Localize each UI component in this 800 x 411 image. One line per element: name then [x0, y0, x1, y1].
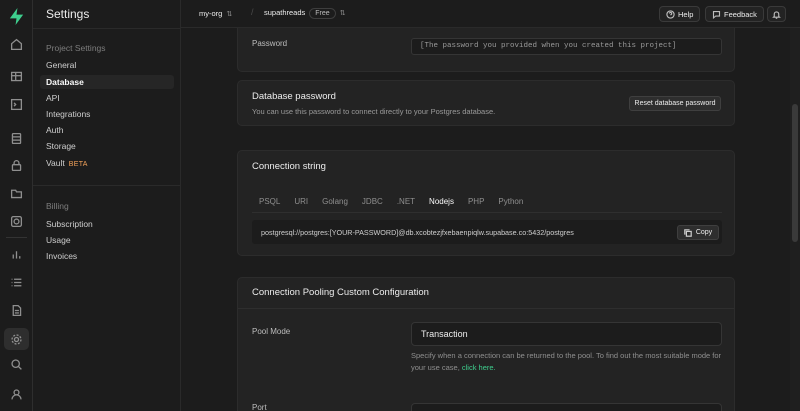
tab-nodejs[interactable]: Nodejs — [422, 193, 461, 213]
sidebar-item-label: Vault — [46, 158, 65, 168]
click-here-link[interactable]: click here. — [462, 363, 496, 372]
sidebar-group-label: Project Settings — [46, 43, 106, 53]
database-password-title: Database password — [252, 91, 336, 102]
sidebar-item-general[interactable]: General — [46, 58, 76, 72]
app-root: Settings Project Settings General Databa… — [0, 0, 800, 411]
sql-editor-icon[interactable] — [8, 96, 25, 113]
connection-pooling-title: Connection Pooling Custom Configuration — [252, 287, 429, 298]
sidebar-group-label: Billing — [46, 201, 69, 211]
chevron-updown-icon: ⇅ — [226, 11, 233, 18]
search-icon[interactable] — [8, 356, 25, 373]
top-bar: my-org ⇅ / supathreads Free ⇅ Help Feedback — [181, 0, 800, 28]
pool-mode-help-text: Specify when a connection can be returne… — [411, 351, 722, 372]
connection-string-value[interactable]: postgresql://postgres:[YOUR-PASSWORD]@db… — [261, 228, 574, 237]
sidebar-item-subscription[interactable]: Subscription — [46, 217, 93, 231]
sidebar-item-usage[interactable]: Usage — [46, 233, 71, 247]
breadcrumb-separator: / — [251, 7, 254, 17]
scrollbar-thumb[interactable] — [792, 104, 798, 242]
help-icon — [666, 9, 675, 19]
help-label: Help — [678, 9, 694, 19]
sidebar-item-api[interactable]: API — [46, 91, 60, 105]
help-button[interactable]: Help — [659, 6, 701, 22]
feedback-icon — [712, 10, 721, 19]
port-label: Port — [252, 403, 267, 411]
tab-php[interactable]: PHP — [461, 193, 491, 213]
sidebar-item-integrations[interactable]: Integrations — [46, 107, 90, 121]
sidebar-item-auth[interactable]: Auth — [46, 123, 64, 137]
port-input[interactable] — [411, 403, 722, 411]
password-card: Password [The password you provided when… — [237, 28, 735, 72]
org-name: my-org — [199, 9, 223, 18]
sidebar-item-vault[interactable]: Vault BETA — [46, 156, 88, 170]
card-divider — [238, 308, 734, 309]
password-input[interactable]: [The password you provided when you crea… — [411, 38, 722, 55]
storage-icon[interactable] — [8, 185, 25, 202]
api-docs-icon[interactable] — [8, 302, 25, 319]
beta-badge: BETA — [68, 161, 88, 168]
copy-label: Copy — [695, 229, 713, 236]
notifications-button[interactable] — [767, 6, 786, 22]
sidebar-item-storage[interactable]: Storage — [46, 139, 76, 153]
supabase-logo-icon[interactable] — [7, 7, 26, 26]
tabs-underline — [252, 212, 722, 213]
connection-string-row: postgresql://postgres:[YOUR-PASSWORD]@db… — [252, 220, 722, 244]
connection-string-card: Connection string PSQL URI Golang JDBC .… — [237, 150, 735, 256]
settings-sidebar: Settings Project Settings General Databa… — [33, 0, 181, 411]
sidebar-item-database[interactable]: Database — [40, 75, 174, 89]
table-editor-icon[interactable] — [8, 68, 25, 85]
pool-mode-label: Pool Mode — [252, 327, 291, 336]
scrollbar[interactable] — [790, 28, 800, 411]
plan-badge: Free — [309, 8, 336, 19]
project-switcher[interactable]: supathreads Free ⇅ — [264, 8, 346, 19]
sidebar-item-invoices[interactable]: Invoices — [46, 249, 77, 263]
bell-icon — [772, 10, 781, 19]
connection-tabs: PSQL URI Golang JDBC .NET Nodejs PHP Pyt… — [252, 193, 530, 213]
pool-mode-help: Specify when a connection can be returne… — [411, 350, 731, 374]
reports-icon[interactable] — [8, 246, 25, 263]
tab-golang[interactable]: Golang — [315, 193, 355, 213]
tab-dotnet[interactable]: .NET — [390, 193, 422, 213]
icon-rail — [0, 0, 33, 411]
logs-icon[interactable] — [8, 274, 25, 291]
org-switcher[interactable]: my-org ⇅ — [199, 9, 232, 18]
project-name: supathreads — [264, 8, 306, 17]
password-label: Password — [252, 39, 288, 48]
copy-button[interactable]: Copy — [677, 225, 719, 240]
sidebar-title: Settings — [46, 7, 90, 21]
tab-python[interactable]: Python — [491, 193, 530, 213]
tab-uri[interactable]: URI — [287, 193, 315, 213]
rail-divider — [6, 237, 27, 238]
database-password-card: Database password You can use this passw… — [237, 80, 735, 126]
feedback-label: Feedback — [724, 9, 757, 19]
connection-pooling-card: Connection Pooling Custom Configuration … — [237, 277, 735, 411]
sidebar-header-divider — [33, 28, 181, 29]
chevron-updown-icon: ⇅ — [339, 10, 346, 17]
connection-string-title: Connection string — [252, 161, 326, 172]
tab-jdbc[interactable]: JDBC — [355, 193, 390, 213]
database-password-description: You can use this password to connect dir… — [252, 107, 496, 116]
sidebar-divider — [33, 185, 181, 186]
feedback-button[interactable]: Feedback — [705, 6, 764, 22]
edge-functions-icon[interactable] — [8, 213, 25, 230]
main-content: Password [The password you provided when… — [181, 28, 790, 411]
reset-password-button[interactable]: Reset database password — [629, 96, 721, 111]
user-icon[interactable] — [8, 386, 25, 403]
copy-icon — [684, 228, 692, 237]
database-icon[interactable] — [8, 130, 25, 147]
tab-psql[interactable]: PSQL — [252, 193, 287, 213]
pool-mode-select[interactable]: Transaction — [411, 322, 722, 346]
settings-icon[interactable] — [4, 328, 29, 350]
home-icon[interactable] — [8, 36, 25, 53]
auth-icon[interactable] — [8, 157, 25, 174]
